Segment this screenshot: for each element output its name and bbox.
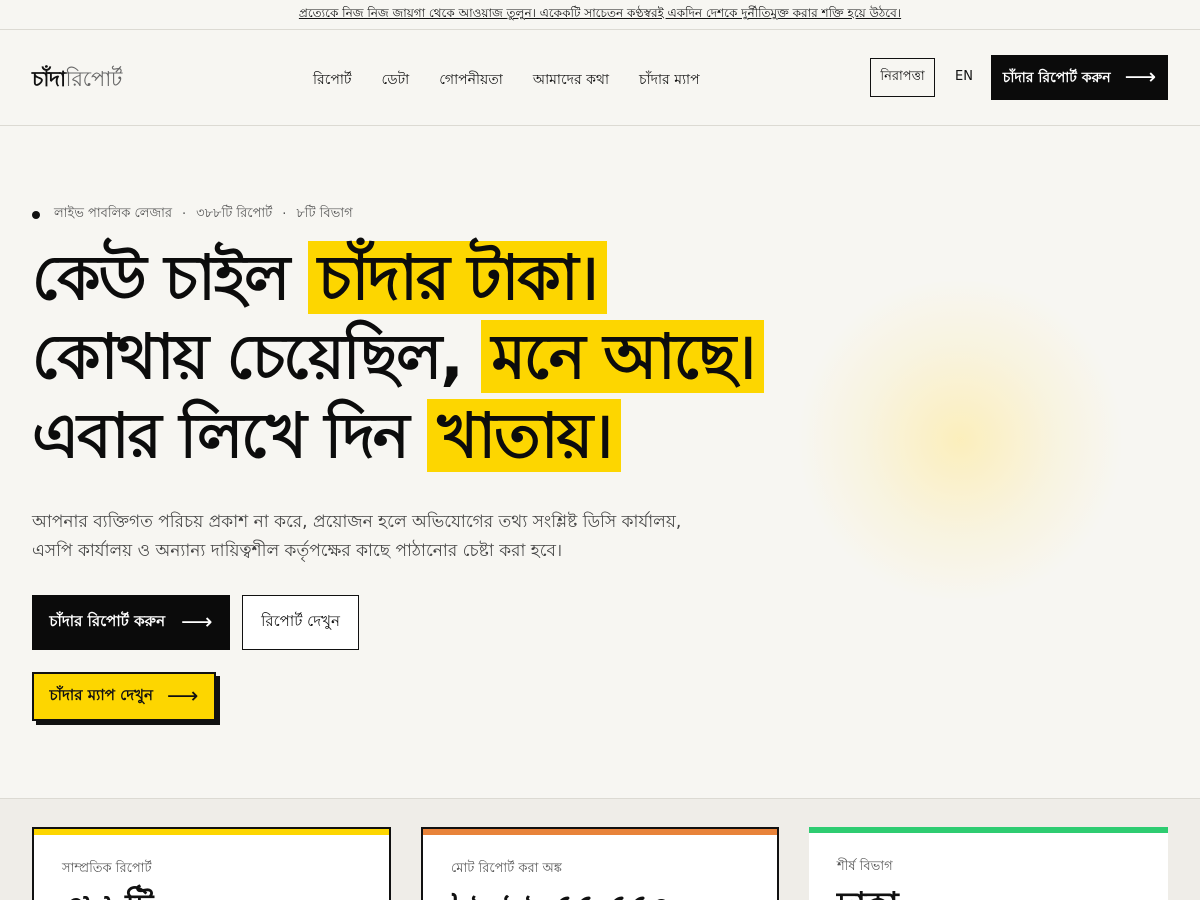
headline-3-plain: এবার লিখে দিন bbox=[32, 399, 428, 472]
stats-section: সাম্প্রতিক রিপোর্ট ৩৮৮টি মোট রিপোর্ট করা… bbox=[0, 798, 1200, 900]
ledger-sep-2: · bbox=[282, 207, 287, 222]
report-button-label: চাঁদার রিপোর্ট করুন bbox=[49, 612, 166, 630]
hero-glow bbox=[790, 280, 1130, 600]
announcement-bar: প্রত্যেকে নিজ নিজ জায়গা থেকে আওয়াজ তুল… bbox=[0, 0, 1200, 30]
logo[interactable]: চাঁদারিপোর্ট bbox=[32, 63, 122, 98]
nav-item-privacy[interactable]: গোপনীয়তা bbox=[439, 68, 503, 92]
ledger-sep-1: · bbox=[182, 207, 187, 222]
stat-card-amount: মোট রিপোর্ট করা অঙ্ক ৳২,১২,৫৫,৫৫০ bbox=[421, 827, 779, 900]
headline-line-3: এবার লিখে দিন খাতায়। bbox=[32, 396, 732, 475]
headline-2-highlight: মনে আছে। bbox=[481, 320, 765, 393]
stat-label: মোট রিপোর্ট করা অঙ্ক bbox=[451, 861, 562, 876]
nav-item-map[interactable]: চাঁদার ম্যাপ bbox=[639, 68, 700, 92]
ledger-live: লাইভ পাবলিক লেজার bbox=[54, 206, 173, 221]
arrow-right-icon: ⟶ bbox=[1124, 64, 1157, 90]
report-button[interactable]: চাঁদার রিপোর্ট করুন ⟶ bbox=[32, 595, 230, 650]
view-map-label: চাঁদার ম্যাপ দেখুন bbox=[49, 686, 153, 704]
arrow-right-icon: ⟶ bbox=[181, 609, 213, 635]
safety-button[interactable]: নিরাপত্তা bbox=[870, 58, 935, 97]
headline-line-2: কোথায় চেয়েছিল, মনে আছে। bbox=[32, 317, 765, 396]
hero-headline: কেউ চাইল চাঁদার টাকা। কোথায় চেয়েছিল, ম… bbox=[32, 238, 765, 475]
logo-bold: চাঁদা bbox=[32, 67, 66, 91]
site-header: চাঁদারিপোর্ট রিপোর্ট ডেটা গোপনীয়তা আমাদ… bbox=[0, 30, 1200, 126]
headline-1-highlight: চাঁদার টাকা। bbox=[307, 241, 607, 314]
stat-card-accent-bar bbox=[809, 827, 1168, 833]
nav-item-reports[interactable]: রিপোর্ট bbox=[313, 68, 352, 92]
view-reports-button[interactable]: রিপোর্ট দেখুন bbox=[242, 595, 359, 650]
ledger-reports: ৩৮৮টি রিপোর্ট bbox=[196, 206, 273, 221]
logo-light: রিপোর্ট bbox=[65, 67, 123, 91]
stat-card-accent-bar bbox=[423, 829, 777, 835]
headline-line-1: কেউ চাইল চাঁদার টাকা। bbox=[32, 238, 732, 317]
main-nav: রিপোর্ট ডেটা গোপনীয়তা আমাদের কথা চাঁদার… bbox=[313, 68, 730, 92]
stat-value: ৩৮৮টি bbox=[62, 881, 153, 900]
announcement-link[interactable]: প্রত্যেকে নিজ নিজ জায়গা থেকে আওয়াজ তুল… bbox=[299, 5, 901, 25]
stat-label: সাম্প্রতিক রিপোর্ট bbox=[62, 861, 152, 876]
headline-3-highlight: খাতায়। bbox=[427, 399, 622, 472]
nav-item-data[interactable]: ডেটা bbox=[382, 68, 410, 92]
live-dot-icon bbox=[32, 210, 40, 219]
header-report-button[interactable]: চাঁদার রিপোর্ট করুন ⟶ bbox=[991, 55, 1168, 100]
stat-card-accent-bar bbox=[34, 829, 389, 835]
ledger-divisions: ৮টি বিভাগ bbox=[296, 206, 353, 221]
headline-1-plain: কেউ চাইল bbox=[32, 241, 308, 314]
header-report-label: চাঁদার রিপোর্ট করুন bbox=[1002, 69, 1111, 86]
stat-card-division: শীর্ষ বিভাগ ঢাকা bbox=[809, 827, 1168, 900]
language-toggle[interactable]: EN bbox=[955, 69, 973, 84]
stat-value: ঢাকা bbox=[837, 879, 899, 900]
hero-lead: আপনার ব্যক্তিগত পরিচয় প্রকাশ না করে, প্… bbox=[32, 512, 682, 561]
headline-2-plain: কোথায় চেয়েছিল, bbox=[32, 320, 482, 393]
stat-value: ৳২,১২,৫৫,৫৫০ bbox=[451, 881, 672, 900]
view-map-button[interactable]: চাঁদার ম্যাপ দেখুন ⟶ bbox=[32, 672, 216, 721]
arrow-right-icon: ⟶ bbox=[166, 683, 199, 709]
nav-item-about[interactable]: আমাদের কথা bbox=[533, 68, 609, 92]
stat-label: শীর্ষ বিভাগ bbox=[837, 859, 893, 874]
stat-card-recent: সাম্প্রতিক রিপোর্ট ৩৮৮টি bbox=[32, 827, 391, 900]
ledger-meta: লাইভ পাবলিক লেজার · ৩৮৮টি রিপোর্ট · ৮টি … bbox=[32, 204, 353, 225]
